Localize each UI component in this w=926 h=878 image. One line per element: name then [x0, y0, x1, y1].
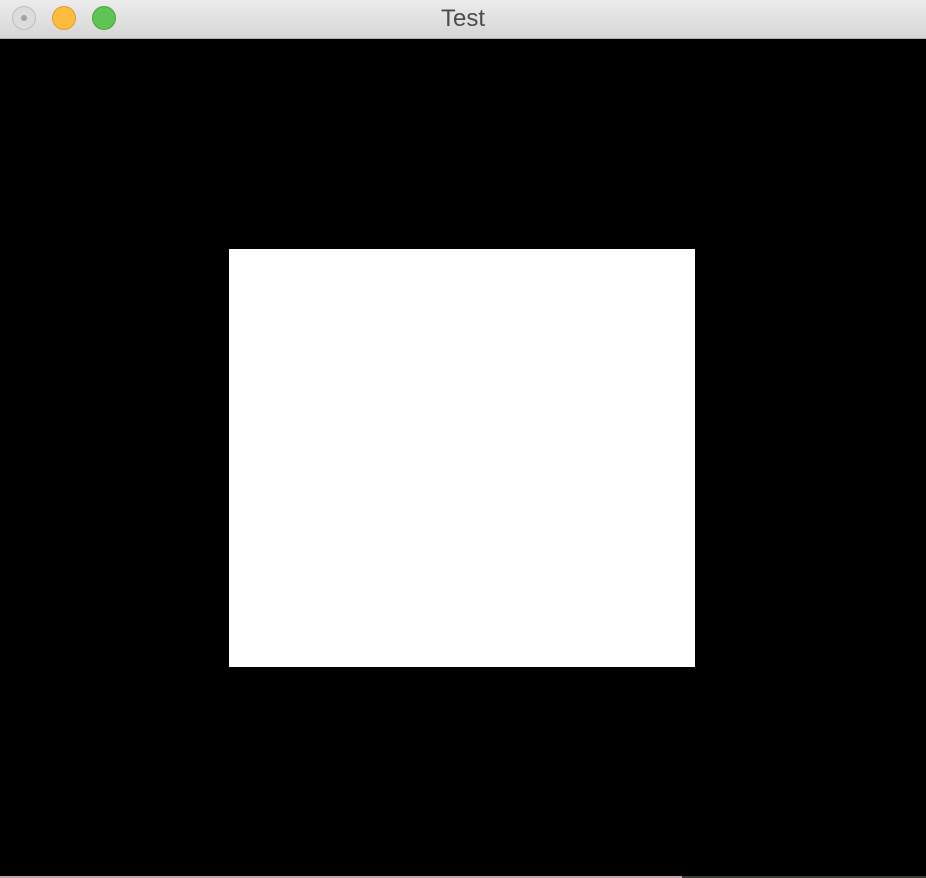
- title-bar[interactable]: Test: [0, 0, 926, 39]
- app-window: Test: [0, 0, 926, 878]
- white-rectangle: [229, 249, 695, 667]
- drawing-canvas[interactable]: [0, 40, 926, 876]
- window-title: Test: [440, 5, 485, 32]
